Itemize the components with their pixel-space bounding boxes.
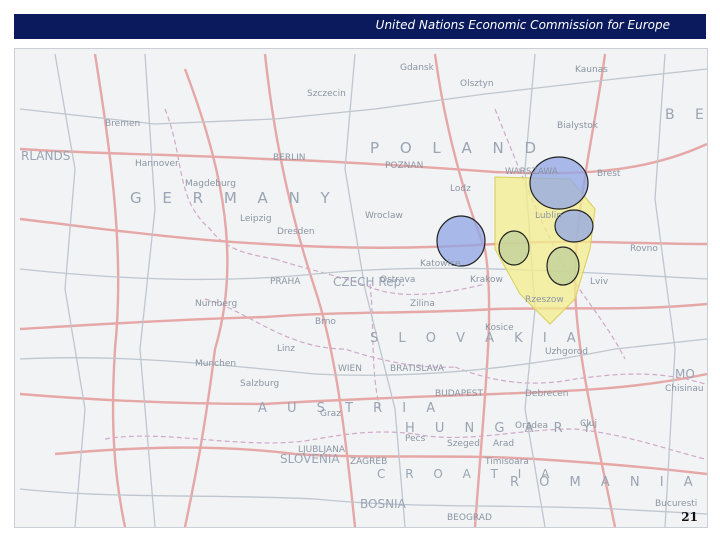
- city-label-lublin: Lublin: [535, 211, 562, 221]
- page-number: 21: [681, 510, 698, 524]
- city-label-katowice: Katowice: [420, 259, 461, 269]
- city-label-ljubljana: LJUBLJANA: [298, 445, 345, 455]
- project-circle-warszawa: [529, 156, 589, 210]
- city-label-salzburg: Salzburg: [240, 379, 280, 389]
- city-label-warszawa: WARSZAWA: [505, 167, 558, 177]
- city-label-timisoara: Timisoara: [485, 457, 529, 467]
- city-label-praha: PRAHA: [270, 277, 301, 287]
- country-label-bosnia: BOSNIA: [360, 497, 406, 511]
- country-label-netherlands: RLANDS: [21, 149, 71, 163]
- city-label-linz: Linz: [277, 344, 295, 354]
- city-label-brno: Brno: [315, 317, 336, 327]
- country-label-hungary: H U N G A R Y: [405, 421, 599, 436]
- city-label-zagreb: ZAGREB: [350, 457, 388, 467]
- country-label-poland: P O L A N D: [370, 139, 545, 157]
- city-label-lviv: Lviv: [590, 277, 609, 287]
- country-label-austria: A U S T R I A: [258, 401, 444, 416]
- city-label-bratislava: BRATISLAVA: [390, 364, 444, 374]
- city-label-bialystok: Bialystok: [557, 121, 598, 131]
- city-label-gdansk: Gdansk: [400, 63, 434, 73]
- city-label-arad: Arad: [493, 439, 515, 449]
- city-label-szczecin: Szczecin: [307, 89, 346, 99]
- city-label-kaunas: Kaunas: [575, 65, 608, 75]
- city-label-pecs: Pecs: [405, 434, 426, 444]
- city-label-hannover: Hannover: [135, 159, 179, 169]
- city-label-ostrava: Ostrava: [380, 275, 416, 285]
- header-bar: United Nations Economic Commission for E…: [14, 14, 706, 39]
- city-label-rzeszow: Rzeszow: [525, 295, 564, 305]
- city-label-munchen: Munchen: [195, 359, 237, 369]
- city-label-graz: Graz: [320, 409, 341, 419]
- city-label-szeged: Szeged: [447, 439, 480, 449]
- city-label-oradea: Oradea: [515, 421, 549, 431]
- city-label-zilina: Zilina: [410, 299, 435, 309]
- city-label-uzhgorod: Uzhgorod: [545, 347, 588, 357]
- city-label-beograd: BEOGRAD: [447, 513, 492, 523]
- city-label-berlin: BERLIN: [273, 153, 306, 163]
- city-label-brest: Brest: [597, 169, 621, 179]
- country-label-moldova: MO: [675, 367, 695, 381]
- country-label-romania: R O M A N I A: [510, 475, 701, 490]
- project-circle-rzeszow: [546, 246, 580, 286]
- city-label-dresden: Dresden: [277, 227, 315, 237]
- city-label-bucuresti: Bucuresti: [655, 499, 698, 509]
- city-label-cluj: Cluj: [580, 419, 597, 429]
- city-label-chisinau: Chisinau: [665, 384, 704, 394]
- city-label-krakow: Krakow: [470, 275, 503, 285]
- country-label-slovakia: S L O V A K I A: [370, 331, 584, 346]
- project-circle-lodz: [498, 230, 530, 266]
- city-label-lodz: Lodz: [450, 184, 471, 194]
- city-label-budapest: BUDAPEST: [435, 389, 484, 399]
- city-label-rovno: Rovno: [630, 244, 658, 254]
- header-title: United Nations Economic Commission for E…: [375, 18, 670, 32]
- city-label-olsztyn: Olsztyn: [460, 79, 494, 89]
- country-label-belarus: B E: [665, 107, 708, 123]
- city-label-bremen: Bremen: [105, 119, 141, 129]
- city-label-magdeburg: Magdeburg: [185, 179, 236, 189]
- city-label-debrecen: Debrecen: [525, 389, 569, 399]
- city-label-wroclaw: Wroclaw: [365, 211, 403, 221]
- city-label-kosice: Kosice: [485, 323, 514, 333]
- country-label-germany: G E R M A N Y: [130, 189, 338, 207]
- city-label-leipzig: Leipzig: [240, 214, 272, 224]
- map-frame: P O L A N D G E R M A N Y CZECH Rep. S L…: [14, 48, 708, 528]
- city-label-poznan: POZNAN: [385, 161, 424, 171]
- city-label-nurnberg: Nurnberg: [195, 299, 238, 309]
- city-label-wien: WIEN: [338, 364, 362, 374]
